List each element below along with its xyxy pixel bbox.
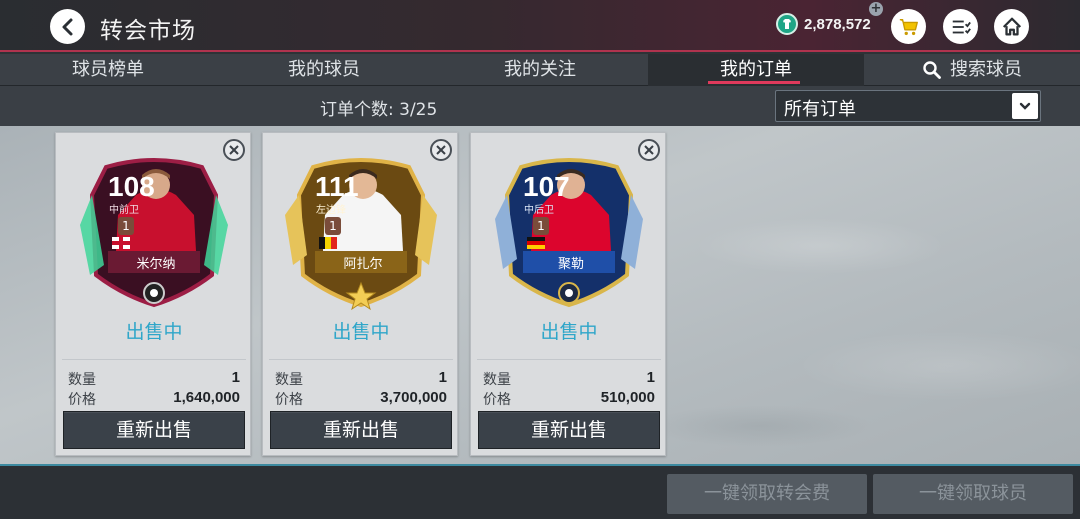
quantity-value: 1 xyxy=(646,369,655,386)
quantity-row: 数量 1 xyxy=(483,369,655,389)
price-row: 价格 3,700,000 xyxy=(275,389,447,409)
divider xyxy=(62,359,246,360)
top-bar: 转会市场 2,878,572 + xyxy=(0,0,1080,52)
list-menu-icon xyxy=(952,20,971,34)
coin-value: 2,878,572 xyxy=(804,15,871,33)
order-filter-value: 所有订单 xyxy=(784,99,856,120)
close-icon xyxy=(436,145,446,155)
orders-area: 108 中前卫 1 米尔纳 出售中 数量 1 价格 1,640,000 重新出售 xyxy=(0,126,1080,464)
player-card xyxy=(285,158,437,311)
tab-label: 我的订单 xyxy=(720,59,792,80)
player-name: 阿扎尔 xyxy=(343,257,383,272)
rank-badge: 1 xyxy=(533,217,549,235)
player-position: 中前卫 xyxy=(109,205,139,216)
order-status: 出售中 xyxy=(332,321,390,343)
player-position: 左边锋 xyxy=(316,205,346,216)
order-card: 108 中前卫 1 米尔纳 出售中 数量 1 价格 1,640,000 重新出售 xyxy=(55,132,251,456)
add-coins-button[interactable]: + xyxy=(869,2,883,16)
player-rating: 108 xyxy=(108,171,155,202)
price-value: 510,000 xyxy=(600,389,655,406)
player-name: 聚勒 xyxy=(557,257,584,272)
flag-icon xyxy=(527,237,545,241)
tab-bar: 球员榜单 我的球员 我的关注 我的订单 搜索球员 xyxy=(0,54,1080,86)
quantity-label: 数量 xyxy=(68,372,96,388)
page-title: 转会市场 xyxy=(100,18,196,44)
tab-my-orders[interactable]: 我的订单 xyxy=(648,54,864,86)
order-count: 订单个数: 3/25 xyxy=(320,95,437,120)
player-rating: 111 xyxy=(315,171,359,202)
quantity-value: 1 xyxy=(438,369,447,386)
price-label: 价格 xyxy=(68,392,96,408)
resell-button[interactable]: 重新出售 xyxy=(270,411,452,449)
claim-all-fees-button[interactable]: 一键领取转会费 xyxy=(667,474,867,514)
tab-label: 我的球员 xyxy=(288,59,360,80)
order-status: 出售中 xyxy=(125,321,183,343)
tab-player-rankings[interactable]: 球员榜单 xyxy=(0,54,216,86)
price-row: 价格 510,000 xyxy=(483,389,655,409)
menu-button[interactable] xyxy=(943,9,978,44)
quantity-value: 1 xyxy=(231,369,240,386)
resell-button[interactable]: 重新出售 xyxy=(63,411,245,449)
order-card: 111 左边锋 1 阿扎尔 出售中 数量 1 价格 3,700,000 重新出售 xyxy=(262,132,458,456)
search-icon xyxy=(923,61,941,79)
cart-icon xyxy=(899,18,918,35)
divider xyxy=(477,359,661,360)
tab-my-watchlist[interactable]: 我的关注 xyxy=(432,54,648,86)
close-icon xyxy=(229,145,239,155)
dropdown-toggle[interactable] xyxy=(1012,93,1038,119)
tab-label: 球员榜单 xyxy=(72,59,144,80)
resell-button[interactable]: 重新出售 xyxy=(478,411,660,449)
chevron-left-icon xyxy=(62,18,72,35)
close-icon xyxy=(644,145,654,155)
cart-button[interactable] xyxy=(891,9,926,44)
quantity-label: 数量 xyxy=(275,372,303,388)
quantity-row: 数量 1 xyxy=(275,369,447,389)
order-card: 107 中后卫 1 聚勒 出售中 数量 1 价格 510,000 重新出售 xyxy=(470,132,666,456)
divider xyxy=(269,359,453,360)
tab-label: 我的关注 xyxy=(504,59,576,80)
price-label: 价格 xyxy=(483,392,511,408)
price-value: 1,640,000 xyxy=(173,389,240,406)
order-count-label: 订单个数: xyxy=(320,100,394,120)
tab-my-players[interactable]: 我的球员 xyxy=(216,54,432,86)
chevron-down-icon xyxy=(1019,102,1031,110)
back-button[interactable] xyxy=(50,9,85,44)
order-count-value: 3/25 xyxy=(399,100,438,120)
player-name: 米尔纳 xyxy=(136,257,176,272)
bottom-bar: 一键领取转会费 一键领取球员 xyxy=(0,464,1080,519)
price-row: 价格 1,640,000 xyxy=(68,389,240,409)
order-filter-dropdown[interactable]: 所有订单 xyxy=(775,90,1041,122)
order-status: 出售中 xyxy=(540,321,598,343)
claim-all-players-button[interactable]: 一键领取球员 xyxy=(873,474,1073,514)
rank-badge: 1 xyxy=(325,217,341,235)
price-label: 价格 xyxy=(275,392,303,408)
player-rating: 107 xyxy=(523,171,570,202)
quantity-label: 数量 xyxy=(483,372,511,388)
tab-label: 搜索球员 xyxy=(950,59,1022,80)
player-position: 中后卫 xyxy=(524,205,554,216)
quantity-row: 数量 1 xyxy=(68,369,240,389)
home-icon xyxy=(1002,17,1021,35)
coin-balance: 2,878,572 xyxy=(776,13,871,35)
coin-icon xyxy=(776,13,798,35)
home-button[interactable] xyxy=(994,9,1029,44)
price-value: 3,700,000 xyxy=(380,389,447,406)
tab-search-players[interactable]: 搜索球员 xyxy=(864,54,1080,86)
rank-badge: 1 xyxy=(118,217,134,235)
flag-icon xyxy=(319,237,325,249)
